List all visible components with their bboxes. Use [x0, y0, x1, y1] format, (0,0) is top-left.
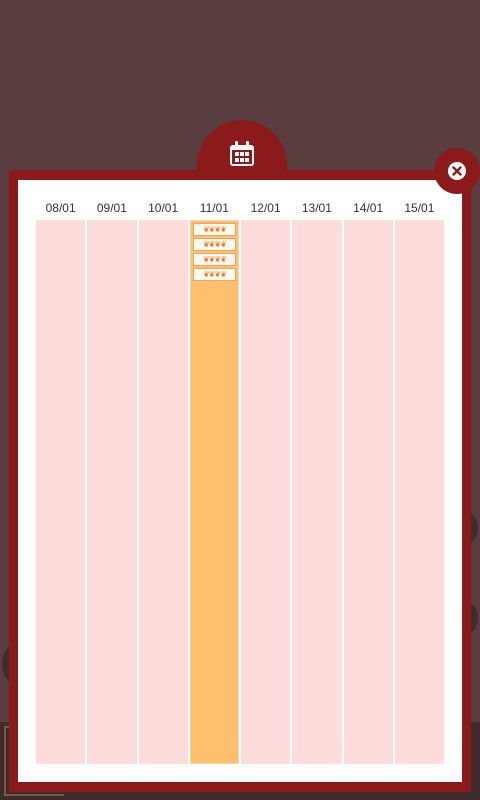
calendar-icon: [230, 141, 254, 166]
day-label: 14/01: [343, 196, 393, 220]
day-body[interactable]: [292, 220, 342, 764]
day-label: 08/01: [36, 196, 86, 220]
day-body[interactable]: [394, 220, 444, 764]
day-label: 13/01: [292, 196, 342, 220]
day-label: 09/01: [87, 196, 137, 220]
day-label: 12/01: [241, 196, 291, 220]
booking-slot[interactable]: ❦❦❦❦: [192, 253, 236, 266]
day-body[interactable]: [343, 220, 393, 764]
day-column-selected[interactable]: 11/01 ❦❦❦❦ ❦❦❦❦ ❦❦❦❦ ❦❦❦❦: [189, 196, 239, 764]
day-column[interactable]: 09/01: [87, 196, 137, 764]
day-label: 15/01: [394, 196, 444, 220]
day-body[interactable]: [87, 220, 137, 764]
booking-slot[interactable]: ❦❦❦❦: [192, 223, 236, 236]
day-column[interactable]: 08/01: [36, 196, 86, 764]
booking-slot[interactable]: ❦❦❦❦: [192, 238, 236, 251]
close-icon: [448, 162, 466, 180]
day-label: 11/01: [189, 196, 239, 220]
week-grid: 08/01 09/01 10/01 11/01 ❦❦❦❦ ❦❦❦❦ ❦❦❦❦ ❦…: [36, 196, 444, 764]
day-column[interactable]: 12/01: [241, 196, 291, 764]
day-column[interactable]: 10/01: [138, 196, 188, 764]
day-body[interactable]: [36, 220, 86, 764]
booking-slot[interactable]: ❦❦❦❦: [192, 268, 236, 281]
day-column[interactable]: 13/01: [292, 196, 342, 764]
day-body[interactable]: [241, 220, 291, 764]
day-body[interactable]: ❦❦❦❦ ❦❦❦❦ ❦❦❦❦ ❦❦❦❦: [189, 220, 239, 764]
day-column[interactable]: 14/01: [343, 196, 393, 764]
day-label: 10/01: [138, 196, 188, 220]
day-column[interactable]: 15/01: [394, 196, 444, 764]
day-body[interactable]: [138, 220, 188, 764]
close-button[interactable]: [434, 148, 480, 194]
